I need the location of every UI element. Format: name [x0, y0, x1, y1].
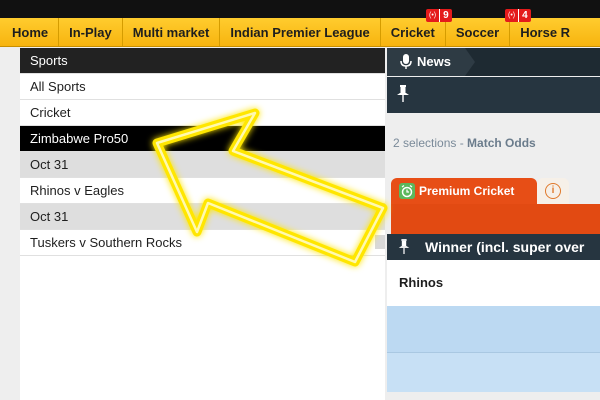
microphone-icon [400, 54, 412, 69]
sidebar-header: Sports [20, 48, 385, 74]
back-odds-cell[interactable] [387, 352, 600, 392]
date-header: Oct 31 [20, 152, 385, 178]
sports-sidebar: Sports All Sports Cricket Zimbabwe Pro50… [20, 48, 385, 400]
soccer-live-count: 4 [518, 9, 531, 22]
nav-multi-market-label: Multi market [132, 25, 210, 40]
nav-home-label: Home [12, 25, 49, 40]
event-rhinos-v-eagles[interactable]: Rhinos v Eagles [20, 178, 385, 204]
nav-multi-market[interactable]: Multi market [123, 18, 221, 46]
live-icon: (•) [426, 9, 440, 22]
info-tab[interactable]: i [537, 178, 569, 204]
pin-icon[interactable] [395, 85, 411, 103]
sidebar-item-cricket[interactable]: Cricket [20, 100, 385, 126]
premium-cricket-tab[interactable]: Premium Cricket [391, 178, 537, 204]
premium-cricket-label: Premium Cricket [419, 184, 515, 198]
main-nav: Home In-Play Multi market Indian Premier… [0, 18, 600, 47]
back-odds-cell[interactable] [387, 306, 600, 352]
nav-soccer-label: Soccer [455, 25, 500, 40]
cricket-live-badge: (•) 9 [426, 9, 452, 22]
market-name[interactable]: Match Odds [467, 136, 536, 150]
row-scroll-handle[interactable] [375, 235, 385, 249]
event-tuskers-v-southern-rocks[interactable]: Tuskers v Southern Rocks [20, 230, 385, 256]
nav-cricket-label: Cricket [390, 25, 435, 40]
news-tab[interactable]: News [387, 48, 475, 76]
news-tab-label: News [417, 54, 451, 69]
premium-market-strip [391, 204, 600, 234]
info-icon: i [545, 183, 561, 199]
selections-separator: - [456, 136, 468, 150]
cricket-live-count: 9 [439, 9, 452, 22]
pin-icon[interactable] [397, 239, 411, 255]
nav-horse-racing[interactable]: Horse R [510, 18, 580, 46]
alarm-clock-icon [399, 183, 415, 199]
pin-bar [387, 77, 600, 113]
event-label: Tuskers v Southern Rocks [30, 235, 182, 250]
sidebar-item-zimbabwe-pro50[interactable]: Zimbabwe Pro50 [20, 126, 385, 152]
nav-in-play-label: In-Play [69, 25, 112, 40]
nav-home[interactable]: Home [0, 18, 60, 46]
nav-soccer[interactable]: Soccer [446, 18, 511, 46]
winner-market-header: Winner (incl. super over [387, 234, 600, 260]
nav-indian-premier-league[interactable]: Indian Premier League [220, 18, 381, 46]
runner-name: Rhinos [399, 275, 444, 290]
nav-in-play[interactable]: In-Play [59, 18, 123, 46]
runner-row: Rhinos [387, 260, 600, 306]
live-icon: (•) [505, 9, 519, 22]
right-panel: News 2 selections - Match Odds Premium C… [387, 48, 600, 400]
sidebar-item-all-sports[interactable]: All Sports [20, 74, 385, 100]
nav-cricket[interactable]: Cricket [381, 18, 446, 46]
news-bar: News [387, 48, 600, 76]
date-header: Oct 31 [20, 204, 385, 230]
nav-ipl-label: Indian Premier League [230, 25, 370, 40]
selections-summary: 2 selections - Match Odds [393, 136, 536, 150]
selections-count: 2 selections [393, 136, 457, 150]
winner-market-title: Winner (incl. super over [425, 239, 585, 255]
soccer-live-badge: (•) 4 [505, 9, 531, 22]
event-label: Rhinos v Eagles [30, 183, 124, 198]
nav-horse-racing-label: Horse R [520, 25, 571, 40]
